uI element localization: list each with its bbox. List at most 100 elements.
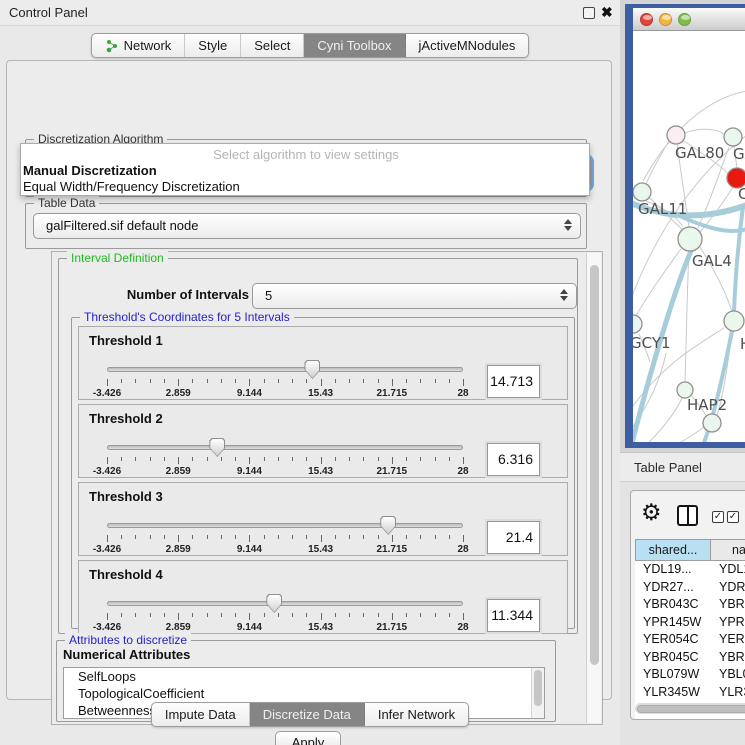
minimize-traffic-light[interactable] [659,13,672,26]
table-cell: YER0 [711,631,745,649]
threshold-slider[interactable] [107,597,463,611]
network-node-green[interactable] [633,315,642,333]
tick-mark [378,379,379,383]
network-node-green[interactable] [633,183,651,201]
axis-tick-label: 9.144 [237,388,262,399]
number-of-intervals-combobox[interactable]: 5 [252,283,577,309]
tick-mark [164,379,165,383]
network-node-green[interactable] [724,311,744,331]
tick-mark [150,535,151,539]
tab-discretize-data[interactable]: Discretize Data [250,703,365,726]
popup-item-selected[interactable]: Manual Discretization [21,163,589,179]
threshold-value-field[interactable]: 11.344 [487,599,540,632]
table-row[interactable]: YBR045CYBR0 [635,649,745,667]
tab-style[interactable]: Style [185,34,241,57]
network-edge[interactable] [636,249,681,316]
tick-mark [435,613,436,617]
tick-mark [349,535,350,539]
tick-mark [164,613,165,617]
slider-thumb[interactable] [266,594,282,613]
tick-mark [321,613,322,620]
table-scrollbar-thumb[interactable] [637,705,745,713]
tab-impute-data[interactable]: Impute Data [152,703,250,726]
apply-button[interactable]: Apply [275,731,341,745]
slider-ticks [107,613,463,621]
tick-mark [292,379,293,383]
tick-mark [221,535,222,539]
tick-mark [135,535,136,539]
zoom-traffic-light[interactable] [678,13,691,26]
number-of-intervals-label: Number of Intervals [77,287,249,302]
network-node-green[interactable] [703,414,721,432]
tab-cyni-toolbox[interactable]: Cyni Toolbox [304,34,405,57]
tab-select[interactable]: Select [241,34,304,57]
numerical-attributes-label: Numerical Attributes [63,647,190,662]
network-edge[interactable] [633,427,704,442]
slider-thumb-face [210,439,224,456]
network-edge-highlighted[interactable] [734,207,743,312]
float-window-icon[interactable] [583,7,595,19]
network-node-green[interactable] [724,128,742,146]
table-row[interactable]: YPR145WYPR1 [635,614,745,632]
table-cell: YER054C [635,631,711,649]
threshold-label: Threshold 2 [89,411,163,426]
tick-mark [150,379,151,383]
table-horizontal-scrollbar[interactable] [635,703,745,714]
column-header-selected[interactable]: shared... [635,539,711,561]
table-row[interactable]: YBL079WYBL0 [635,666,745,684]
table-row[interactable]: YDR27...YDR2 [635,579,745,597]
threshold-slider[interactable] [107,519,463,533]
list-item[interactable]: SelfLoops [64,668,544,685]
tick-mark [406,535,407,539]
network-node-pink[interactable] [667,126,685,144]
tab-infer-network[interactable]: Infer Network [365,703,468,726]
threshold-value-field[interactable]: 6.316 [487,443,540,476]
list-item[interactable]: TopologicalCoefficient [64,685,544,702]
interval-definition-group: Interval Definition Number of Intervals … [58,258,578,634]
threshold-slider[interactable] [107,363,463,377]
tab-jactivemnodules[interactable]: jActiveMNodules [406,34,529,57]
axis-tick-label: -3.426 [93,622,121,633]
panel-scrollbar-thumb[interactable] [590,265,599,665]
tick-mark [278,613,279,617]
threshold-slider[interactable] [107,441,463,455]
table-cell: YBL0 [711,666,745,684]
network-node-green[interactable] [678,227,702,251]
popup-item-normal[interactable]: Equal Width/Frequency Discretization [21,179,589,195]
combobox-arrows-icon [564,219,572,231]
tick-mark [235,379,236,383]
list-scrollbar-thumb[interactable] [534,670,542,706]
cyni-toolbox-panel: Discretization Algorithm Select algorith… [6,60,612,700]
network-canvas[interactable]: GAL80GACGAL11GAL4GCY1HHAP2 [633,31,745,442]
slider-thumb[interactable] [304,360,320,379]
split-columns-icon[interactable] [677,505,698,526]
tick-mark [207,379,208,383]
tab-network[interactable]: Network [92,34,186,57]
table-row[interactable]: YLR345WYLR3 [635,684,745,702]
bottom-tab-group: Impute DataDiscretize DataInfer Network [151,702,469,727]
checkbox-icon[interactable]: ✓ [712,511,724,523]
column-header-normal[interactable]: na [711,539,745,561]
panel-scrollbar[interactable] [586,253,601,723]
tick-mark [363,379,364,383]
slider-ticks [107,457,463,465]
slider-thumb[interactable] [209,438,225,457]
network-edge[interactable] [646,141,669,184]
popup-item-placeholder[interactable]: Select algorithm to view settings [21,144,589,163]
table-data-combobox[interactable]: galFiltered.sif default node [33,213,581,239]
threshold-value-field[interactable]: 14.713 [487,365,540,398]
table-data-combobox-value: galFiltered.sif default node [46,218,198,233]
tick-mark [406,613,407,617]
network-edge[interactable] [685,129,724,134]
checkbox-icon[interactable]: ✓ [727,511,739,523]
threshold-value-field[interactable]: 21.4 [487,521,540,554]
slider-track [107,445,463,450]
close-traffic-light[interactable] [640,13,653,26]
settings-gear-icon[interactable]: ⚙ [641,499,662,525]
table-row[interactable]: YER054CYER0 [635,631,745,649]
slider-thumb[interactable] [380,516,396,535]
slider-ticks [107,379,463,387]
close-panel-icon[interactable]: ✖ [601,4,613,21]
table-row[interactable]: YBR043CYBR0 [635,596,745,614]
table-row[interactable]: YDL19...YDL1 [635,561,745,579]
